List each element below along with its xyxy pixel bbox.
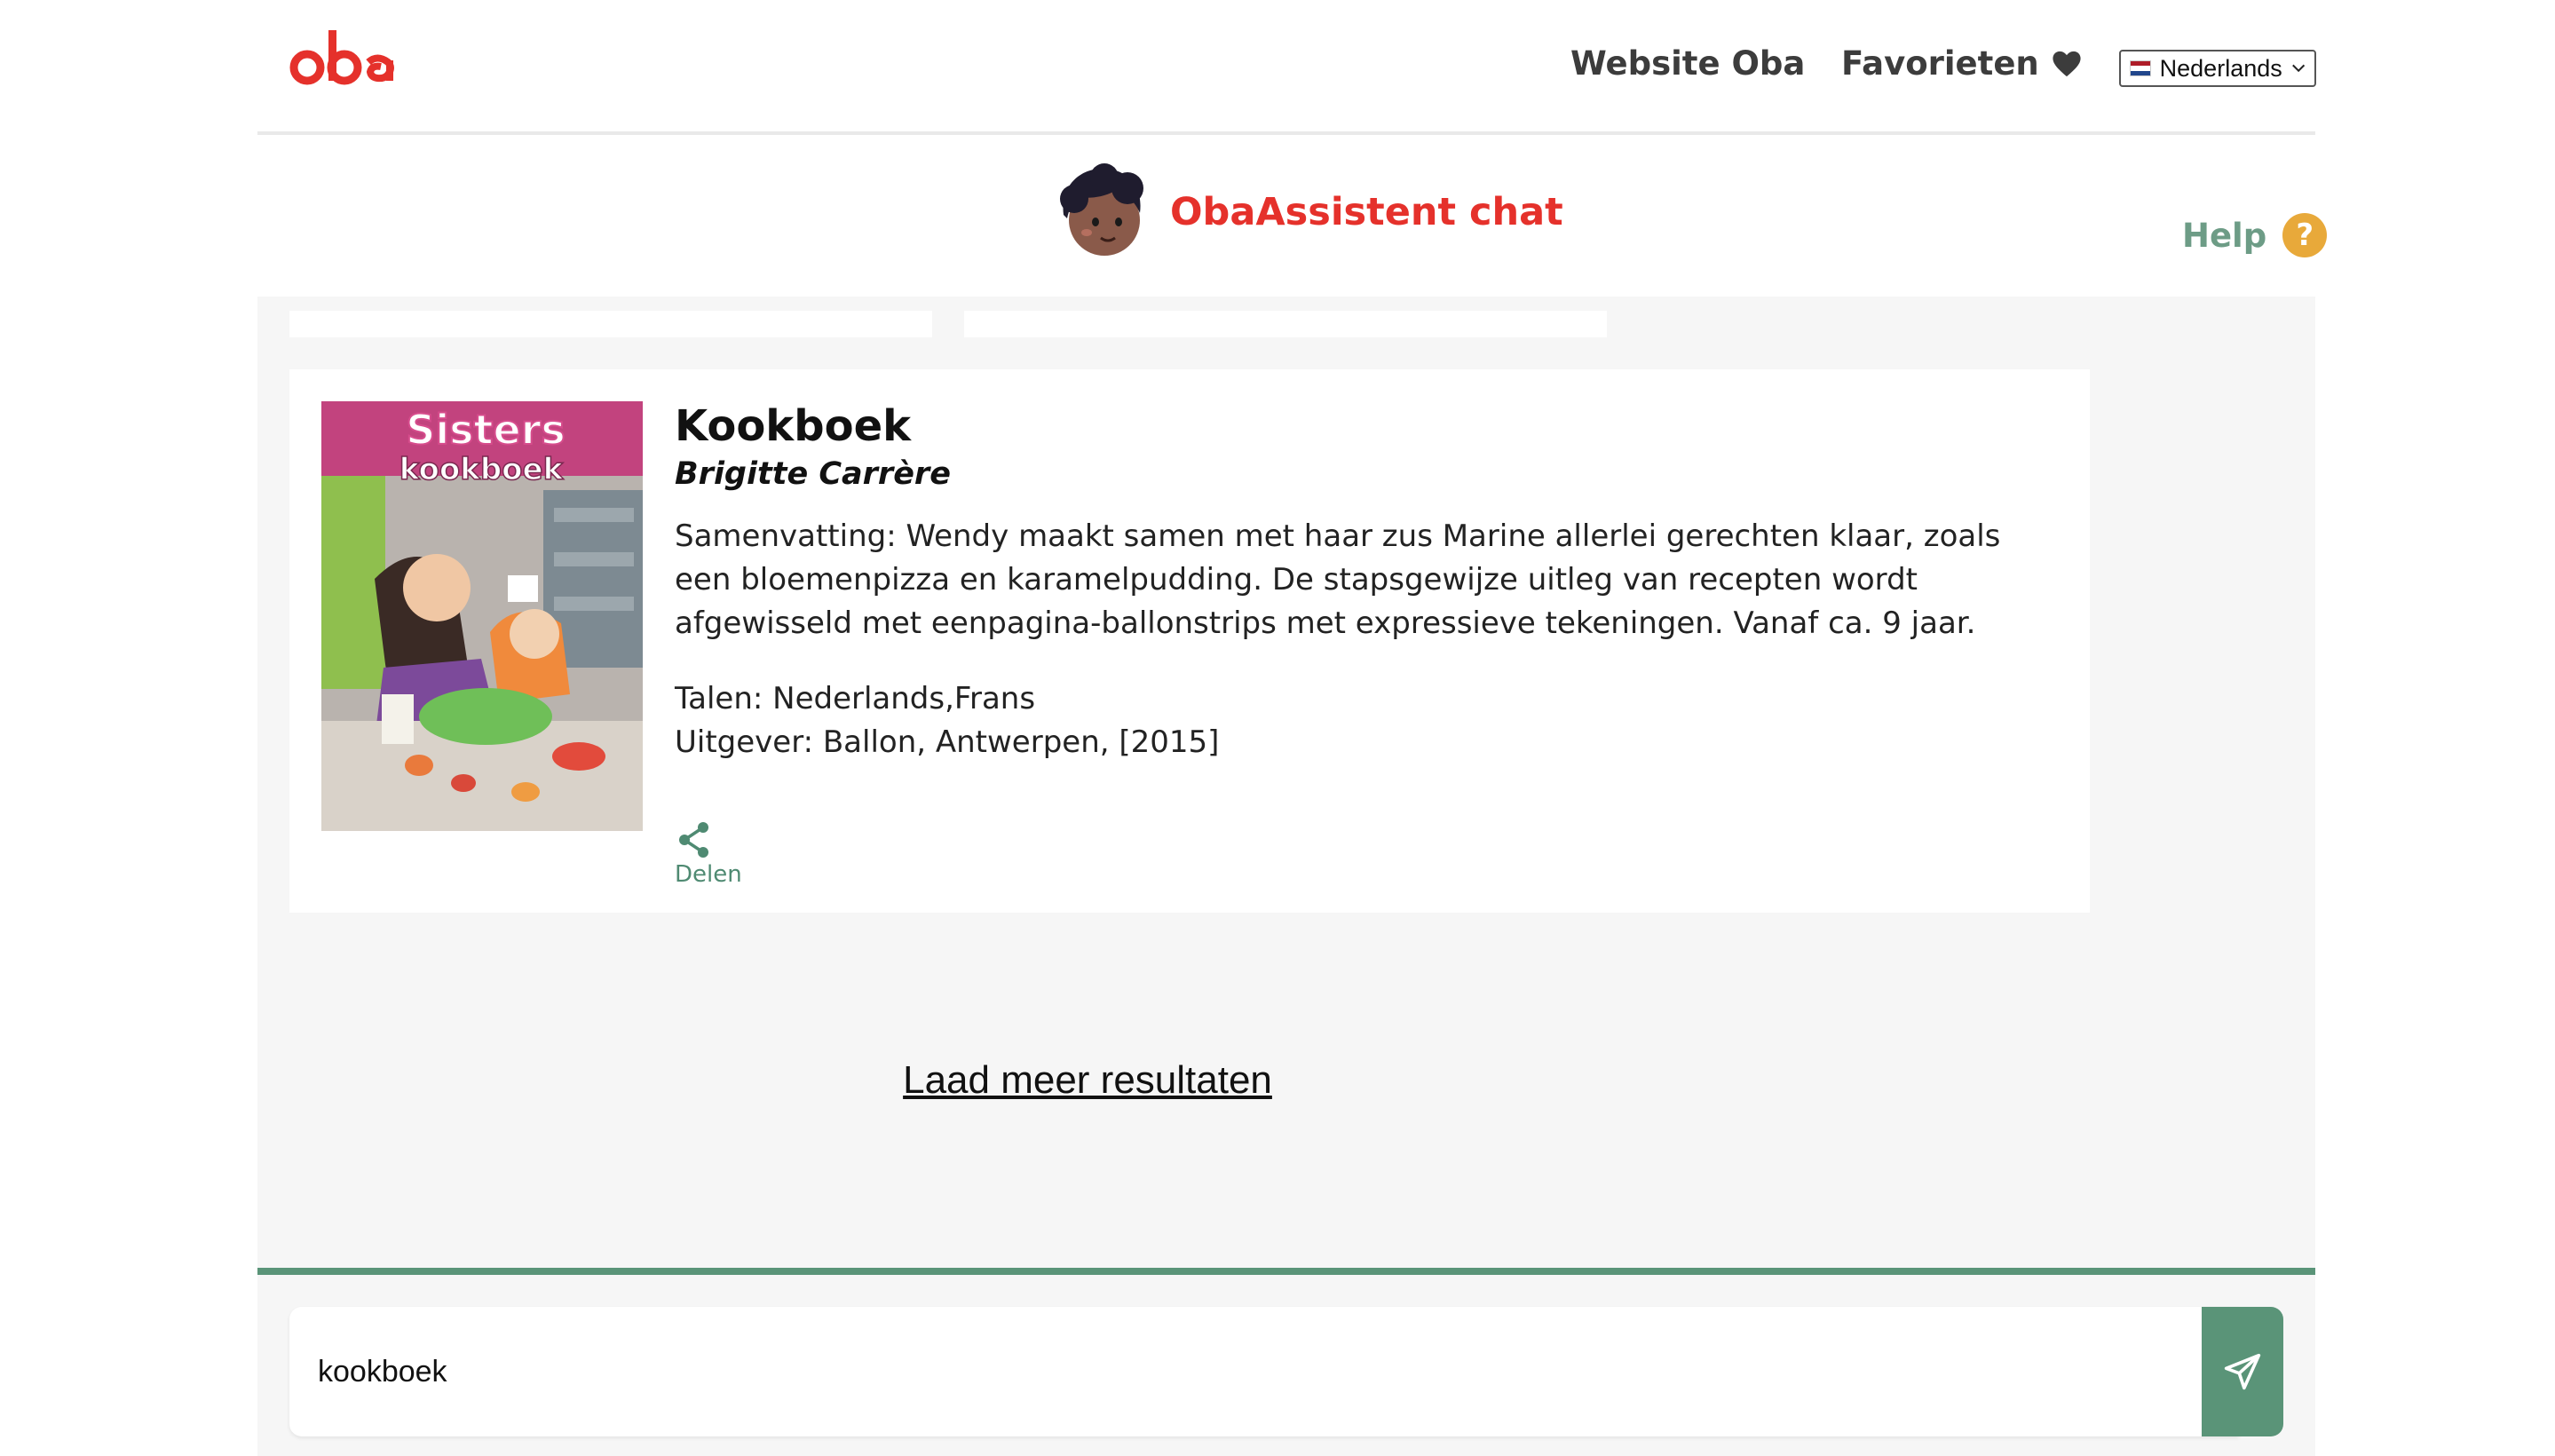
send-icon — [2224, 1353, 2261, 1390]
chat-results-area: Sisters kookboek Kookboek Brigitte Carrè… — [257, 297, 2315, 1268]
share-label: Delen — [675, 861, 742, 888]
assistant-avatar — [1060, 163, 1143, 256]
send-button[interactable] — [2202, 1307, 2283, 1436]
help-link[interactable]: Help ? — [2182, 213, 2328, 257]
assistant-header: ObaAssistent chat — [1051, 162, 1563, 263]
book-result-card[interactable]: Sisters kookboek Kookboek Brigitte Carrè… — [289, 369, 2090, 913]
load-more-container: Laad meer resultaten — [257, 1058, 1918, 1103]
book-details: Kookboek Brigitte Carrère Samenvatting: … — [675, 400, 2060, 764]
oba-logo[interactable] — [288, 23, 403, 94]
netherlands-flag-icon — [2130, 60, 2151, 76]
chevron-down-icon — [2291, 64, 2305, 73]
chat-input-divider — [257, 1268, 2315, 1275]
language-selected-value: Nederlands — [2159, 54, 2282, 82]
book-title[interactable]: Kookboek — [675, 400, 2060, 453]
help-label: Help — [2182, 216, 2267, 255]
top-navigation-bar: Website Oba Favorieten Nederlands — [257, 0, 2316, 135]
cover-series-text: Sisters — [406, 406, 566, 454]
nav-favorites-label: Favorieten — [1841, 44, 2039, 83]
oba-logo-icon — [289, 30, 394, 85]
cover-subtitle-text: kookboek — [399, 452, 565, 487]
book-metadata: Talen: Nederlands,Frans Uitgever: Ballon… — [675, 677, 2060, 764]
heart-icon — [2053, 51, 2081, 76]
book-publisher: Uitgever: Ballon, Antwerpen, [2015] — [675, 724, 1220, 760]
nav-favorites-link[interactable]: Favorieten — [1841, 44, 2082, 83]
assistant-chat-title: ObaAssistent chat — [1170, 190, 1563, 234]
chat-input-area — [257, 1275, 2315, 1456]
question-mark-icon: ? — [2282, 213, 2328, 257]
chat-message-input[interactable] — [289, 1307, 2239, 1436]
page: Website Oba Favorieten Nederlands ObaAss… — [0, 0, 2555, 1456]
result-tab-placeholder — [964, 311, 1607, 337]
load-more-link[interactable]: Laad meer resultaten — [903, 1058, 1272, 1102]
share-button[interactable]: Delen — [675, 820, 742, 888]
share-icon — [679, 822, 708, 858]
language-select[interactable]: Nederlands — [2119, 50, 2316, 87]
book-author: Brigitte Carrère — [675, 456, 951, 492]
book-cover-image[interactable]: Sisters kookboek — [321, 401, 643, 831]
nav-website-oba-link[interactable]: Website Oba — [1570, 44, 1805, 83]
result-tab-placeholder — [289, 311, 932, 337]
book-summary: Samenvatting: Wendy maakt samen met haar… — [675, 518, 2001, 641]
book-cover-illustration: Sisters kookboek — [321, 401, 643, 831]
book-languages: Talen: Nederlands,Frans — [675, 681, 1036, 716]
